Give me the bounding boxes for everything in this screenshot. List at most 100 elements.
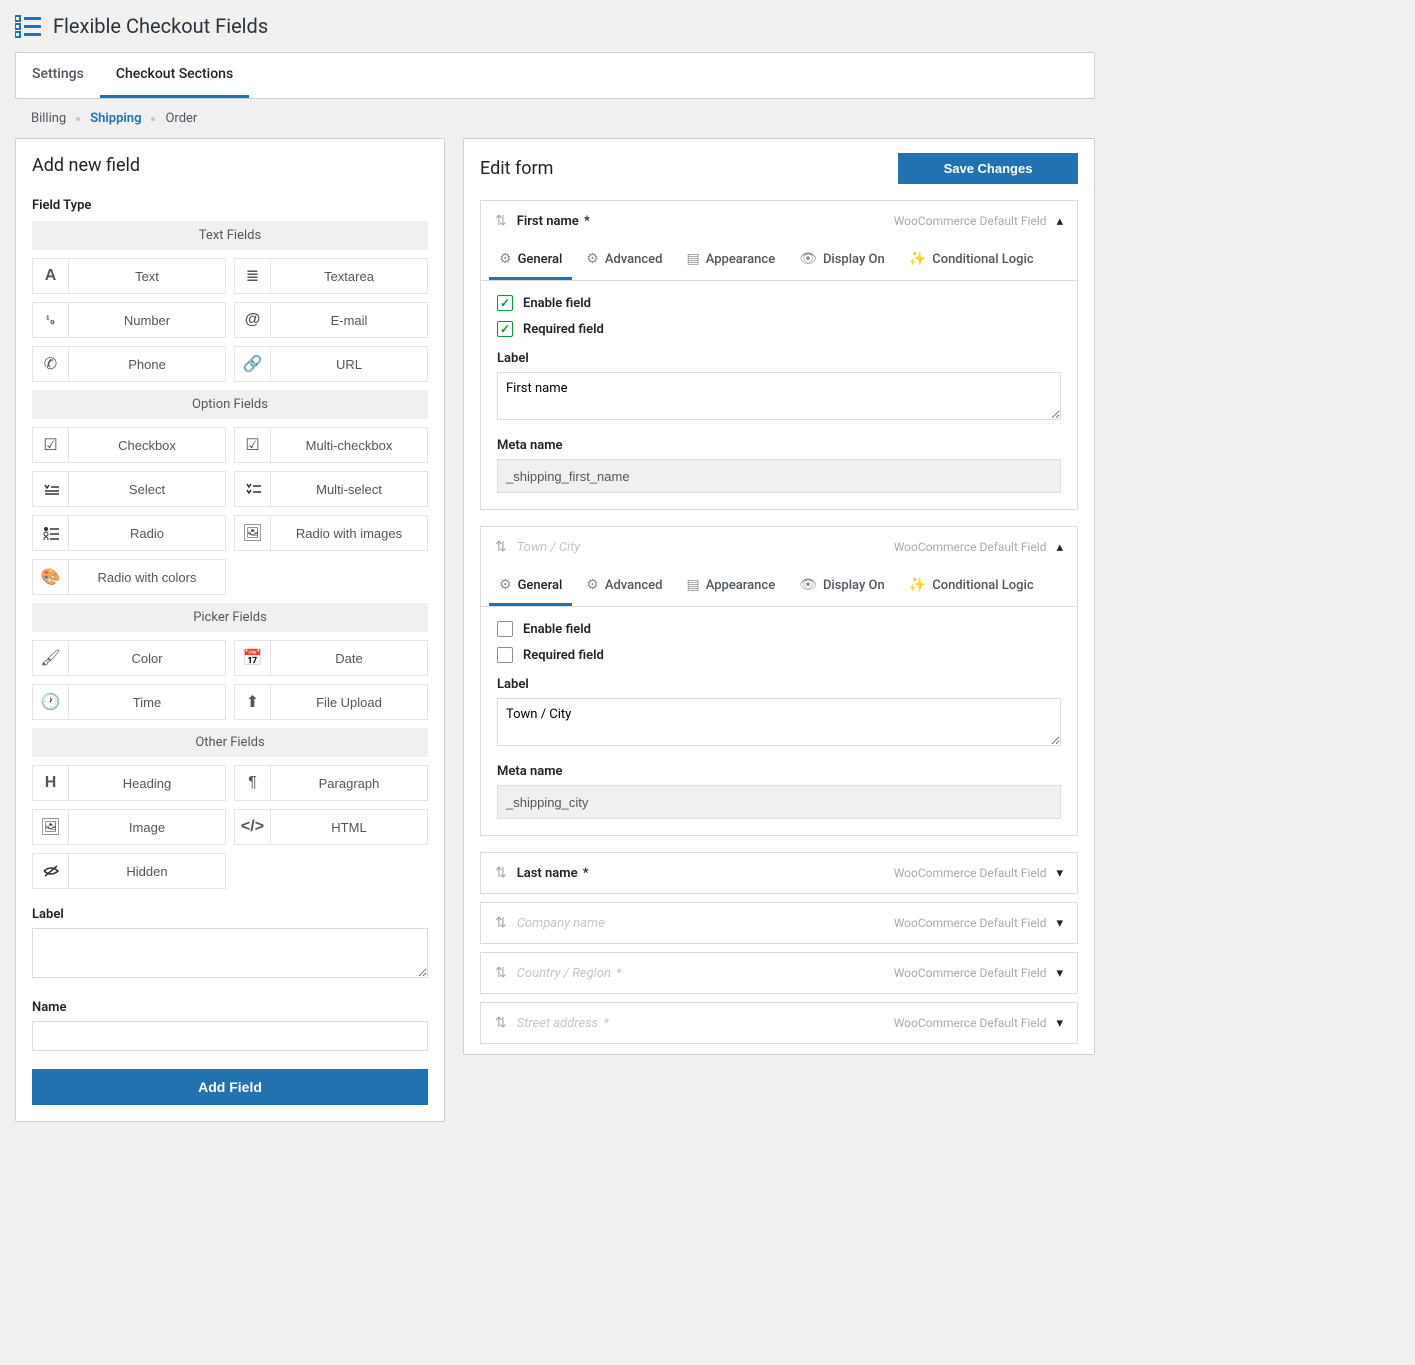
card-title: Company name — [517, 916, 884, 931]
type-html[interactable]: </>HTML — [234, 809, 428, 845]
type-multicheck[interactable]: ☑Multi-checkbox — [234, 427, 428, 463]
field-card-last-name: ⇅ Last name * WooCommerce Default Field ▾ — [480, 852, 1078, 894]
type-select[interactable]: Select — [32, 471, 226, 507]
card-header[interactable]: ⇅ First name * WooCommerce Default Field… — [481, 201, 1077, 241]
card-title: Last name * — [517, 866, 884, 881]
card-tab-advanced[interactable]: ⚙Advanced — [576, 567, 672, 606]
field-card-first-name: ⇅ First name * WooCommerce Default Field… — [480, 200, 1078, 510]
card-tab-general[interactable]: ⚙General — [489, 241, 572, 280]
eye-icon: 👁 — [799, 577, 817, 593]
card-tab-display-on[interactable]: 👁Display On — [789, 241, 895, 280]
drag-handle-icon[interactable]: ⇅ — [495, 1015, 507, 1031]
label-value-textarea[interactable] — [497, 698, 1061, 746]
type-heading[interactable]: HHeading — [32, 765, 226, 801]
sliders-icon: ⚙ — [586, 577, 599, 593]
card-tab-conditional[interactable]: ✨Conditional Logic — [899, 567, 1044, 606]
type-textarea[interactable]: ≣Textarea — [234, 258, 428, 294]
tab-checkout-sections[interactable]: Checkout Sections — [100, 53, 249, 98]
appearance-icon: ▤ — [686, 251, 699, 267]
subnav-shipping[interactable]: Shipping — [90, 111, 141, 126]
type-email[interactable]: @E-mail — [234, 302, 428, 338]
label-label: Label — [32, 907, 428, 922]
radio-colors-icon: 🎨 — [33, 560, 69, 594]
subnav-order[interactable]: Order — [165, 111, 197, 126]
field-card-country-region: ⇅ Country / Region * WooCommerce Default… — [480, 952, 1078, 994]
metaname-label: Meta name — [497, 764, 1061, 779]
type-number[interactable]: ¹₉Number — [32, 302, 226, 338]
type-upload[interactable]: ⬆File Upload — [234, 684, 428, 720]
dot-separator — [151, 117, 155, 121]
checkbox-icon: ☑ — [33, 428, 69, 462]
card-tab-display-on[interactable]: 👁Display On — [789, 567, 895, 606]
type-date[interactable]: 📅Date — [234, 640, 428, 676]
card-title: Country / Region * — [517, 966, 884, 981]
card-tab-advanced[interactable]: ⚙Advanced — [576, 241, 672, 280]
chevron-down-icon[interactable]: ▾ — [1056, 866, 1063, 881]
card-title: First name * — [517, 214, 884, 229]
save-changes-button[interactable]: Save Changes — [898, 153, 1078, 184]
group-text-fields: Text Fields — [32, 221, 428, 250]
text-icon: A — [33, 259, 69, 293]
wand-icon: ✨ — [909, 251, 926, 267]
label-value-textarea[interactable] — [497, 372, 1061, 420]
drag-handle-icon[interactable]: ⇅ — [495, 915, 507, 931]
field-card-company-name: ⇅ Company name WooCommerce Default Field… — [480, 902, 1078, 944]
chevron-up-icon[interactable]: ▴ — [1056, 214, 1063, 229]
default-field-label: WooCommerce Default Field — [894, 966, 1047, 980]
subnav-billing[interactable]: Billing — [31, 111, 66, 126]
card-tab-appearance[interactable]: ▤Appearance — [676, 241, 785, 280]
type-paragraph[interactable]: ¶Paragraph — [234, 765, 428, 801]
app-logo-icon — [15, 14, 41, 38]
gear-icon: ⚙ — [499, 577, 512, 593]
type-radio-colors[interactable]: 🎨Radio with colors — [32, 559, 226, 595]
multicheck-icon: ☑ — [235, 428, 271, 462]
group-other-fields: Other Fields — [32, 728, 428, 757]
drag-handle-icon[interactable]: ⇅ — [495, 213, 507, 229]
email-icon: @ — [235, 303, 271, 337]
type-image[interactable]: 🖼Image — [32, 809, 226, 845]
sliders-icon: ⚙ — [586, 251, 599, 267]
hidden-icon — [33, 854, 69, 888]
name-input[interactable] — [32, 1021, 428, 1051]
enable-field-checkbox[interactable] — [497, 295, 513, 311]
drag-handle-icon[interactable]: ⇅ — [495, 865, 507, 881]
radio-images-icon: 🖼 — [235, 516, 271, 550]
card-tab-general[interactable]: ⚙General — [489, 567, 572, 606]
required-field-checkbox[interactable] — [497, 647, 513, 663]
card-tab-conditional[interactable]: ✨Conditional Logic — [899, 241, 1044, 280]
type-url[interactable]: 🔗URL — [234, 346, 428, 382]
enable-field-checkbox[interactable] — [497, 621, 513, 637]
chevron-down-icon[interactable]: ▾ — [1056, 916, 1063, 931]
paragraph-icon: ¶ — [235, 766, 271, 800]
field-type-label: Field Type — [32, 198, 428, 213]
card-tab-appearance[interactable]: ▤Appearance — [676, 567, 785, 606]
drag-handle-icon[interactable]: ⇅ — [495, 539, 507, 555]
type-hidden[interactable]: Hidden — [32, 853, 226, 889]
required-field-checkbox[interactable] — [497, 321, 513, 337]
chevron-down-icon[interactable]: ▾ — [1056, 966, 1063, 981]
required-field-label: Required field — [523, 648, 604, 663]
tab-settings[interactable]: Settings — [16, 53, 100, 98]
type-radio-images[interactable]: 🖼Radio with images — [234, 515, 428, 551]
card-header[interactable]: ⇅ Company name WooCommerce Default Field… — [481, 903, 1077, 943]
type-time[interactable]: 🕐Time — [32, 684, 226, 720]
card-header[interactable]: ⇅ Last name * WooCommerce Default Field ▾ — [481, 853, 1077, 893]
type-color[interactable]: 🖌Color — [32, 640, 226, 676]
card-header[interactable]: ⇅ Country / Region * WooCommerce Default… — [481, 953, 1077, 993]
type-checkbox[interactable]: ☑Checkbox — [32, 427, 226, 463]
type-text[interactable]: AText — [32, 258, 226, 294]
metaname-label: Meta name — [497, 438, 1061, 453]
card-header[interactable]: ⇅ Street address * WooCommerce Default F… — [481, 1003, 1077, 1043]
chevron-down-icon[interactable]: ▾ — [1056, 1016, 1063, 1031]
drag-handle-icon[interactable]: ⇅ — [495, 965, 507, 981]
type-radio[interactable]: Radio — [32, 515, 226, 551]
label-textarea[interactable] — [32, 928, 428, 978]
edit-form-panel: Edit form Save Changes ⇅ First name * Wo… — [463, 138, 1095, 1055]
default-field-label: WooCommerce Default Field — [894, 866, 1047, 880]
card-header[interactable]: ⇅ Town / City WooCommerce Default Field … — [481, 527, 1077, 567]
group-option-fields: Option Fields — [32, 390, 428, 419]
add-field-button[interactable]: Add Field — [32, 1069, 428, 1105]
type-phone[interactable]: ✆Phone — [32, 346, 226, 382]
chevron-up-icon[interactable]: ▴ — [1056, 540, 1063, 555]
type-multiselect[interactable]: Multi-select — [234, 471, 428, 507]
